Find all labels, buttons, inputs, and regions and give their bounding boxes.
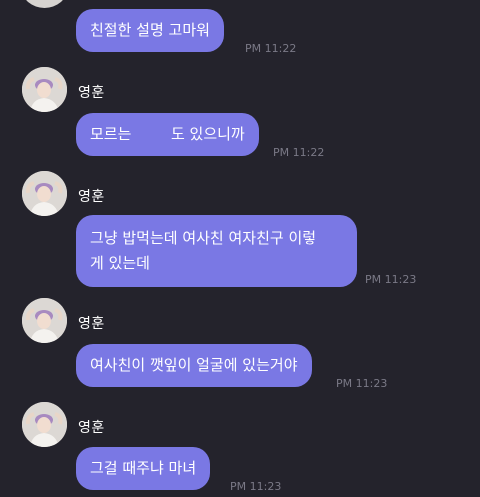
avatar[interactable]	[22, 67, 67, 112]
message-timestamp: PM 11:22	[245, 42, 297, 55]
message-text: 모르는	[90, 125, 132, 143]
message-text: 여사친이 깻잎이 얼굴에 있는거야	[90, 356, 298, 374]
sender-name: 영훈	[78, 420, 105, 436]
message-text: 그걸 때주냐 마녀	[90, 459, 197, 477]
avatar-photo	[22, 67, 67, 112]
message-bubble[interactable]: 여사친이 깻잎이 얼굴에 있는거야	[76, 344, 312, 387]
sender-name: 영훈	[78, 85, 105, 101]
message-bubble[interactable]: 그걸 때주냐 마녀	[76, 447, 211, 490]
avatar-photo	[22, 171, 67, 216]
avatar[interactable]	[22, 0, 67, 8]
sender-name: 영훈	[78, 316, 105, 332]
message-bubble[interactable]: 모르는 도 있으니까	[76, 113, 259, 156]
message-text-line: 게 있는데	[90, 254, 150, 272]
message-timestamp: PM 11:23	[336, 377, 388, 390]
message-timestamp: PM 11:22	[273, 146, 325, 159]
message-bubble[interactable]: 친절한 설명 고마워	[76, 9, 224, 52]
redacted-block	[136, 125, 167, 144]
sender-name: 영훈	[78, 189, 105, 205]
avatar[interactable]	[22, 171, 67, 216]
avatar-photo	[22, 402, 67, 447]
chat-screen: 친절한 설명 고마워 PM 11:22 영훈 모르는 도 있으니까 PM 11:…	[0, 0, 480, 497]
message-text-line: 그냥 밥먹는데 여사친 여자친구 이렇	[90, 229, 317, 247]
message-timestamp: PM 11:23	[230, 480, 282, 493]
avatar[interactable]	[22, 402, 67, 447]
message-bubble[interactable]: 그냥 밥먹는데 여사친 여자친구 이렇 게 있는데	[76, 215, 357, 287]
message-timestamp: PM 11:23	[365, 273, 417, 286]
avatar[interactable]	[22, 298, 67, 343]
avatar-photo	[22, 298, 67, 343]
message-text: 친절한 설명 고마워	[90, 21, 210, 39]
message-text: 도 있으니까	[170, 125, 245, 143]
